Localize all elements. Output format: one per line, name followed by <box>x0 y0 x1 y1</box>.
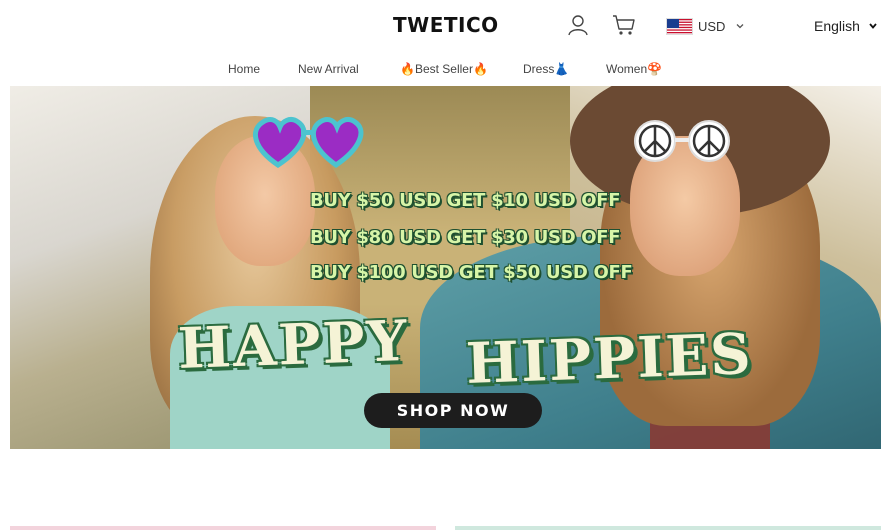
hero-banner[interactable]: BUY $50 USD GET $10 USD OFF BUY $80 USD … <box>10 86 881 449</box>
user-icon[interactable] <box>567 14 589 36</box>
nav-item-dress[interactable]: Dress👗 <box>523 62 569 76</box>
nav-item-best-seller[interactable]: 🔥Best Seller🔥 <box>400 62 488 76</box>
chevron-down-icon <box>869 23 877 29</box>
promo-line-3: BUY $100 USD GET $50 USD OFF <box>310 262 633 283</box>
nav-item-women[interactable]: Women🍄 <box>606 62 662 76</box>
cart-icon[interactable] <box>612 14 636 36</box>
currency-label: USD <box>698 18 726 34</box>
site-logo[interactable]: TWETICO <box>393 13 499 37</box>
language-selector[interactable]: English <box>814 18 878 34</box>
main-nav: Home New Arrival 🔥Best Seller🔥 Dress👗 Wo… <box>0 58 890 82</box>
shop-now-button[interactable]: SHOP NOW <box>364 393 542 428</box>
currency-selector[interactable]: USD <box>666 16 745 36</box>
chevron-down-icon <box>736 24 744 29</box>
nav-item-home[interactable]: Home <box>228 62 260 76</box>
language-label: English <box>814 18 860 34</box>
headline-happy: HAPPY <box>176 307 410 383</box>
headline-hippies: HIPPIES <box>464 321 754 397</box>
promo-line-2: BUY $80 USD GET $30 USD OFF <box>310 227 621 248</box>
nav-item-new-arrival[interactable]: New Arrival <box>298 62 359 76</box>
site-header: TWETICO USD English <box>0 0 890 52</box>
collection-card-left[interactable] <box>10 526 436 530</box>
us-flag-icon <box>666 17 693 35</box>
collection-card-right[interactable] <box>455 526 881 530</box>
promo-line-1: BUY $50 USD GET $10 USD OFF <box>310 190 621 211</box>
heart-sunglasses-icon <box>252 117 364 169</box>
peace-sunglasses-icon <box>634 120 730 162</box>
